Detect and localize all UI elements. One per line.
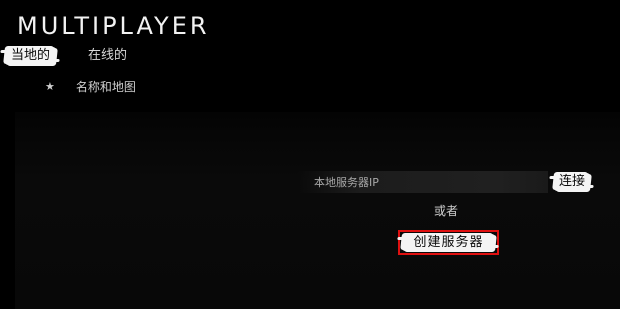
create-server-inner: 创建服务器 bbox=[402, 234, 495, 251]
connect-button-label: 连接 bbox=[559, 174, 586, 189]
tab-local[interactable]: 当地的 bbox=[5, 47, 56, 65]
tab-online[interactable]: 在线的 bbox=[88, 47, 127, 65]
tab-online-label: 在线的 bbox=[88, 48, 128, 63]
server-ip-input[interactable] bbox=[298, 171, 548, 193]
tab-local-label: 当地的 bbox=[11, 48, 51, 63]
server-list-header: ★ 名称和地图 bbox=[45, 78, 136, 96]
connect-button[interactable]: 连接 bbox=[554, 173, 590, 191]
star-icon[interactable]: ★ bbox=[45, 78, 57, 96]
page-title: MULTIPLAYER bbox=[17, 12, 210, 40]
create-server-button[interactable]: 创建服务器 bbox=[398, 230, 499, 255]
create-server-label: 创建服务器 bbox=[413, 235, 484, 250]
server-list-panel bbox=[15, 112, 620, 309]
or-separator: 或者 bbox=[434, 204, 459, 218]
column-header-name-map[interactable]: 名称和地图 bbox=[76, 78, 136, 96]
